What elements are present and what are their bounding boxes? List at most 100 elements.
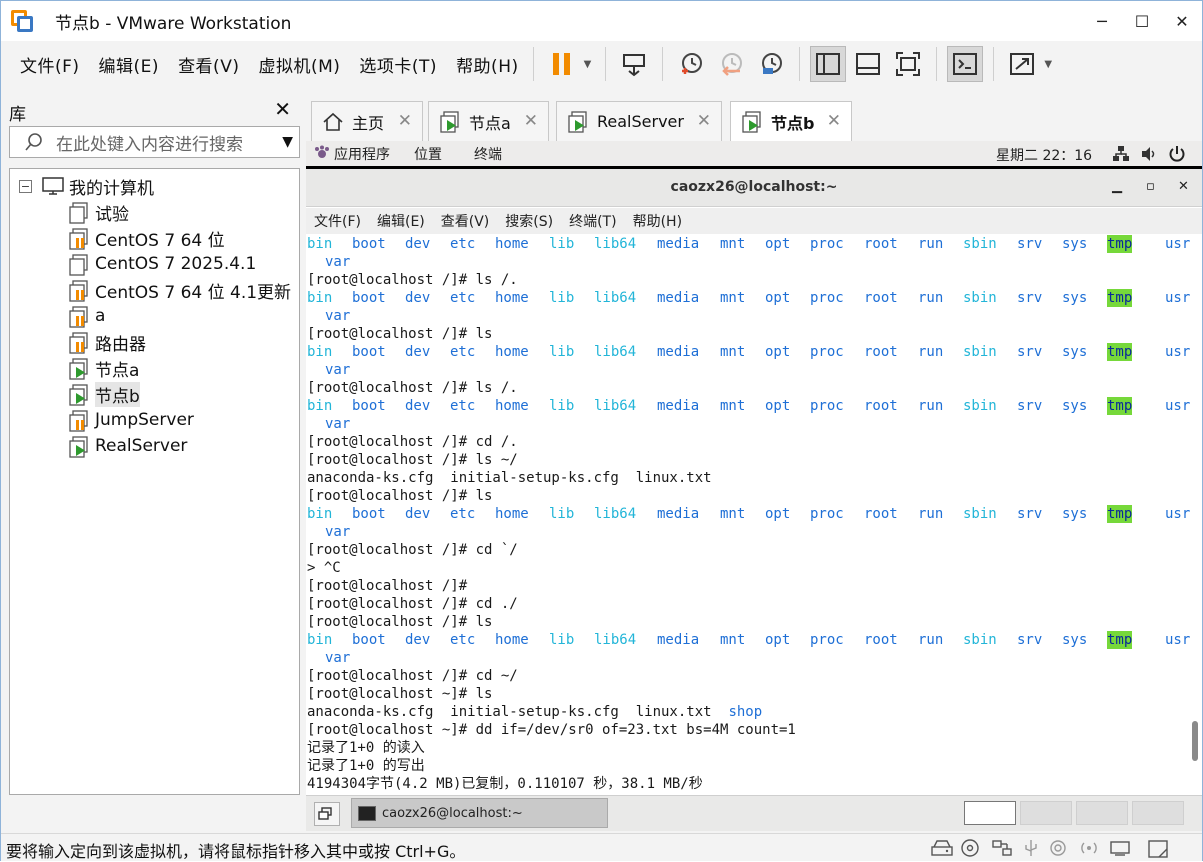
taskbar-terminal-item[interactable]: caozx26@localhost:~ bbox=[351, 798, 608, 828]
dir-entry: mnt bbox=[720, 506, 746, 522]
network-icon[interactable] bbox=[1112, 145, 1130, 163]
terminal-minimize-button[interactable]: ▁ bbox=[1112, 179, 1122, 194]
dir-entry: bin bbox=[307, 290, 333, 306]
revert-snapshot-button[interactable] bbox=[713, 46, 749, 82]
collapse-icon[interactable]: − bbox=[19, 179, 32, 193]
thumbnail-bar-button[interactable] bbox=[850, 46, 886, 82]
message-log-icon[interactable] bbox=[1147, 839, 1171, 859]
tab-vm[interactable]: RealServer ✕ bbox=[556, 101, 722, 141]
menu-view[interactable]: 查看(V) bbox=[178, 52, 239, 77]
tree-item-vm[interactable]: CentOS 7 64 位 bbox=[68, 225, 225, 251]
dir-entry: bin bbox=[307, 398, 333, 414]
tab-close-button[interactable]: ✕ bbox=[524, 111, 538, 131]
dir-entry: boot bbox=[352, 290, 386, 306]
dir-entry: media bbox=[657, 290, 700, 306]
tree-item-vm[interactable]: 路由器 bbox=[68, 329, 146, 355]
cd-dvd-icon[interactable] bbox=[961, 839, 981, 857]
dir-entry: var bbox=[325, 308, 351, 324]
tab-close-button[interactable]: ✕ bbox=[697, 111, 711, 131]
tab-close-button[interactable]: ✕ bbox=[398, 111, 412, 131]
wireless-icon[interactable] bbox=[1077, 839, 1101, 857]
show-desktop-button[interactable] bbox=[314, 802, 340, 826]
terminal-window[interactable]: caozx26@localhost:~ ▁ ▫ ✕ 文件(F) 编辑(E) 查看… bbox=[306, 169, 1202, 795]
gnome-places-menu[interactable]: 位置 bbox=[414, 144, 442, 164]
sound-card-icon[interactable] bbox=[1049, 839, 1069, 857]
dir-entry: usr bbox=[1165, 398, 1191, 414]
tree-item-vm[interactable]: RealServer bbox=[68, 433, 187, 459]
stretch-guest-button[interactable] bbox=[1004, 46, 1040, 82]
gnome-terminal-menu[interactable]: 终端 bbox=[474, 144, 502, 164]
usb-icon[interactable] bbox=[1021, 839, 1041, 857]
close-button[interactable]: ✕ bbox=[1162, 1, 1202, 41]
menu-edit[interactable]: 编辑(E) bbox=[99, 52, 160, 77]
file-list: anaconda-ks.cfg initial-setup-ks.cfg lin… bbox=[307, 704, 729, 720]
terminal-maximize-button[interactable]: ▫ bbox=[1146, 179, 1155, 194]
take-snapshot-button[interactable] bbox=[673, 46, 709, 82]
full-screen-button[interactable] bbox=[890, 46, 926, 82]
console-view-button[interactable] bbox=[947, 46, 984, 82]
dir-entry: lib bbox=[549, 632, 575, 648]
tree-item-vm[interactable]: CentOS 7 64 位 4.1更新 bbox=[68, 277, 291, 303]
terminal-line: [root@localhost /]# cd ~/ bbox=[307, 668, 518, 684]
terminal-menu-view[interactable]: 查看(V) bbox=[441, 211, 490, 231]
fullscreen-icon bbox=[896, 52, 921, 76]
terminal-menu-search[interactable]: 搜索(S) bbox=[505, 211, 553, 231]
terminal-menu-edit[interactable]: 编辑(E) bbox=[377, 211, 425, 231]
menu-help[interactable]: 帮助(H) bbox=[456, 52, 519, 77]
terminal-line: [root@localhost /]# ls bbox=[307, 614, 493, 630]
terminal-menu-terminal[interactable]: 终端(T) bbox=[569, 211, 616, 231]
library-close-button[interactable]: ✕ bbox=[274, 97, 291, 121]
workspace-2[interactable] bbox=[1020, 801, 1072, 825]
workspace-3[interactable] bbox=[1076, 801, 1128, 825]
snapshot-manager-button[interactable] bbox=[753, 46, 789, 82]
tree-root-my-computer[interactable]: − 我的计算机 bbox=[10, 173, 154, 199]
terminal-output[interactable]: bin boot dev etc home lib lib64 media mnt opt proc… bbox=[306, 235, 1190, 795]
power-dropdown-icon[interactable]: ▼ bbox=[584, 59, 592, 70]
vm-running-icon bbox=[567, 110, 589, 133]
tree-item-vm[interactable]: 试验 bbox=[68, 199, 129, 225]
suspend-button[interactable] bbox=[544, 46, 580, 82]
dir-entry: lib bbox=[549, 290, 575, 306]
terminal-menu-help[interactable]: 帮助(H) bbox=[633, 211, 682, 231]
gnome-clock[interactable]: 星期二 22：16 bbox=[996, 145, 1092, 165]
home-icon bbox=[322, 112, 344, 132]
maximize-button[interactable]: ☐ bbox=[1122, 1, 1162, 41]
display-icon[interactable] bbox=[1109, 839, 1131, 857]
tab-close-button[interactable]: ✕ bbox=[827, 111, 841, 131]
tree-item-vm[interactable]: CentOS 7 2025.4.1 bbox=[68, 251, 256, 277]
send-ctrl-alt-del-button[interactable] bbox=[616, 46, 652, 82]
guest-display[interactable]: 应用程序 位置 终端 星期二 22：16 caozx26@localhost:~… bbox=[306, 141, 1202, 795]
dir-entry: bin bbox=[307, 632, 333, 648]
volume-icon[interactable] bbox=[1140, 145, 1158, 163]
gnome-applications-menu[interactable]: 应用程序 bbox=[334, 144, 390, 164]
dir-entry: dev bbox=[405, 236, 431, 252]
tab-vm[interactable]: 节点a ✕ bbox=[428, 101, 549, 141]
menu-vm[interactable]: 虚拟机(M) bbox=[258, 52, 340, 77]
dir-entry: dev bbox=[405, 398, 431, 414]
tree-item-vm[interactable]: 节点a bbox=[68, 355, 139, 381]
dir-entry: sbin bbox=[963, 398, 997, 414]
search-dropdown-icon[interactable]: ▼ bbox=[282, 134, 293, 150]
tab-vm[interactable]: 节点b ✕ bbox=[730, 101, 852, 142]
library-search-input[interactable]: 在此处键入内容进行搜索 ▼ bbox=[9, 126, 300, 158]
tree-item-vm[interactable]: a bbox=[68, 303, 105, 329]
terminal-close-button[interactable]: ✕ bbox=[1178, 179, 1189, 194]
network-adapter-icon[interactable] bbox=[991, 839, 1013, 857]
tab-home[interactable]: 主页 ✕ bbox=[311, 101, 423, 141]
menu-tabs[interactable]: 选项卡(T) bbox=[359, 52, 437, 77]
hard-disk-icon[interactable] bbox=[931, 839, 953, 857]
power-icon[interactable] bbox=[1168, 145, 1186, 163]
dir-entry: proc bbox=[810, 236, 844, 252]
terminal-scrollbar[interactable] bbox=[1192, 721, 1198, 761]
show-library-button[interactable] bbox=[810, 46, 847, 82]
tree-item-vm[interactable]: 节点b bbox=[68, 381, 140, 407]
dir-entry: home bbox=[495, 398, 529, 414]
stretch-dropdown-icon[interactable]: ▼ bbox=[1044, 59, 1052, 70]
menu-file[interactable]: 文件(F) bbox=[20, 52, 80, 77]
tree-item-vm[interactable]: JumpServer bbox=[68, 407, 194, 433]
minimize-button[interactable]: ─ bbox=[1082, 1, 1122, 41]
workspace-1[interactable] bbox=[964, 801, 1016, 825]
workspace-4[interactable] bbox=[1132, 801, 1184, 825]
dir-entry: mnt bbox=[720, 290, 746, 306]
terminal-menu-file[interactable]: 文件(F) bbox=[314, 211, 361, 231]
